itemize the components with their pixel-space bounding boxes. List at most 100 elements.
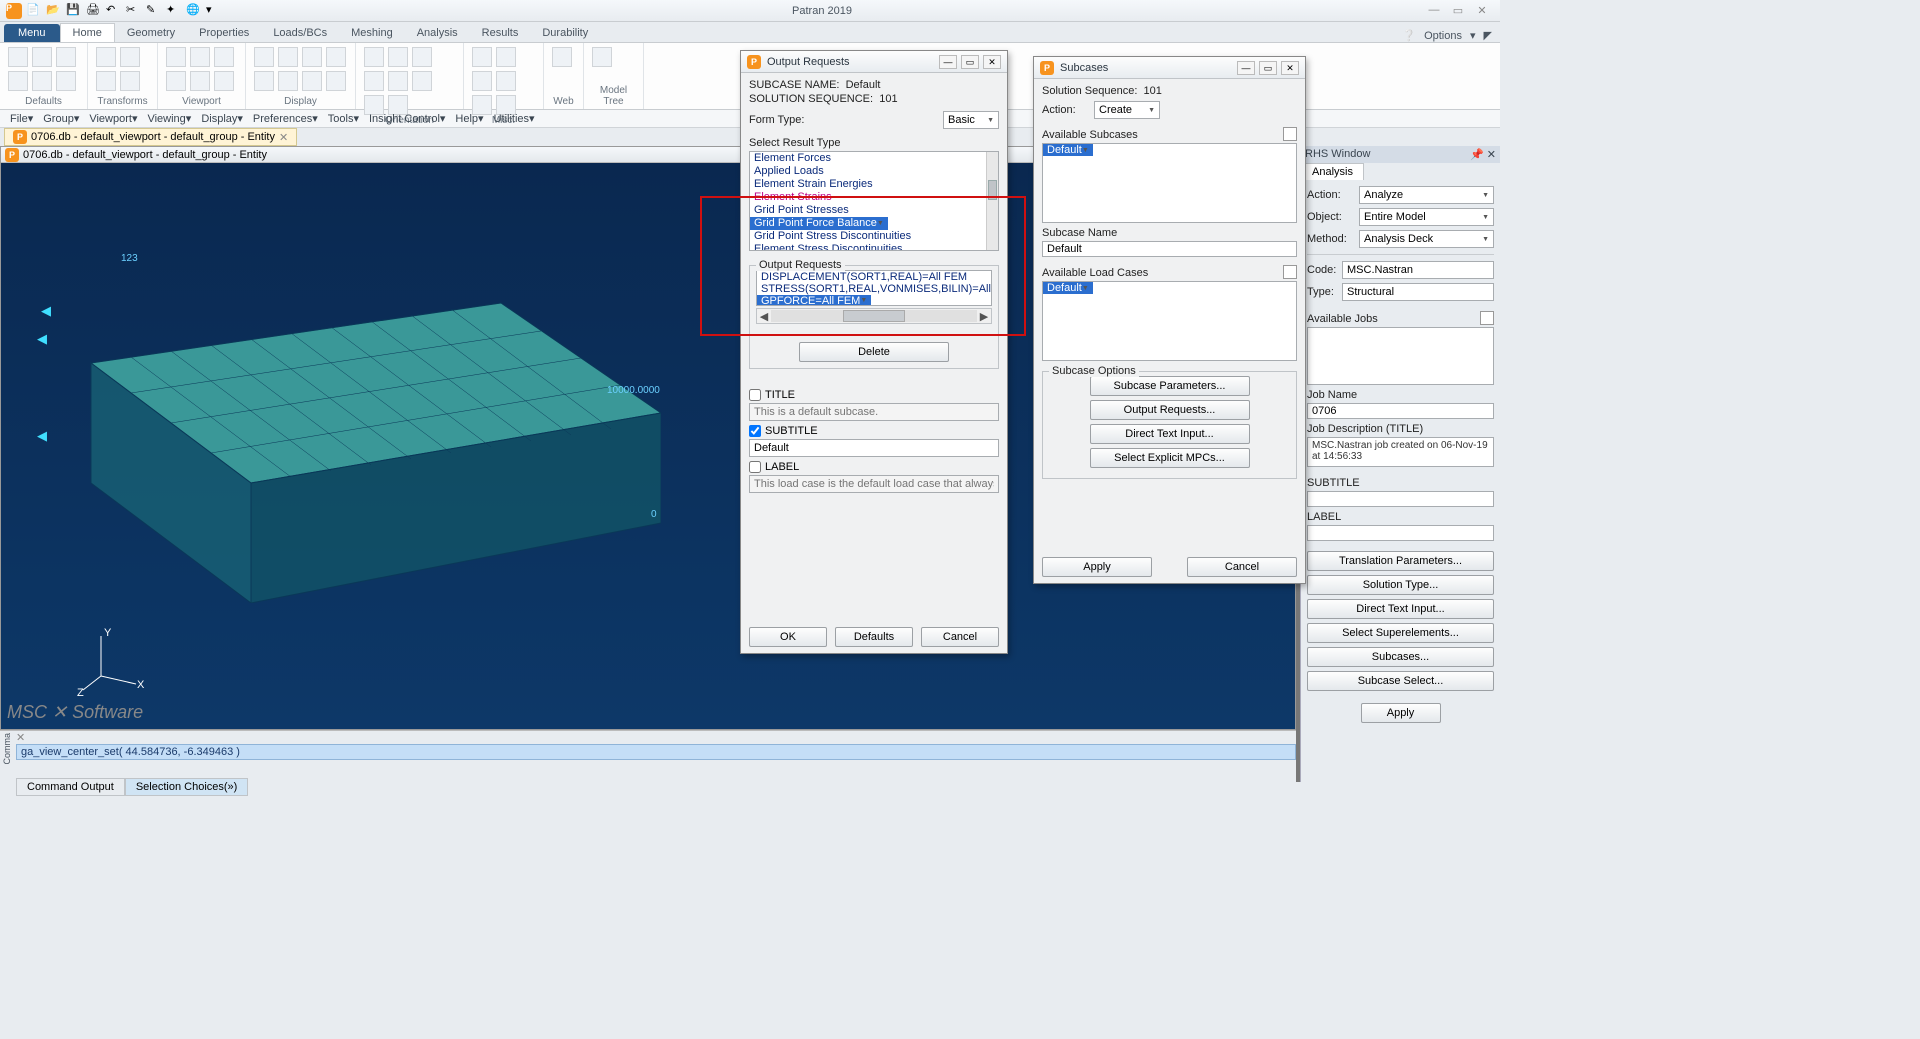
result-type-item[interactable]: Grid Point Force Balance [750,217,888,230]
qa-wand-icon[interactable]: ✦ [166,3,182,19]
cancel-button[interactable]: Cancel [1187,557,1297,577]
subcase-item[interactable]: Default [1043,144,1093,156]
select-superelements-button[interactable]: Select Superelements... [1307,623,1494,643]
result-type-item[interactable]: Grid Point Stresses [750,204,998,217]
menu-button[interactable]: Menu [4,24,60,42]
qa-undo-icon[interactable]: ↶ [106,3,122,19]
ribbon-icon[interactable] [190,71,210,91]
available-jobs-list[interactable] [1307,327,1494,385]
options-menu[interactable]: Options [1424,30,1462,42]
loadcase-item[interactable]: Default [1043,282,1093,294]
ribbon-icon[interactable] [302,47,322,67]
tab-geometry[interactable]: Geometry [115,24,187,42]
dlg-min-icon[interactable]: — [939,55,957,69]
qa-print-icon[interactable]: 🖨 [86,3,102,19]
ribbon-icon[interactable] [120,47,140,67]
subtitle-checkbox[interactable] [749,425,761,437]
result-type-list[interactable]: Element Forces Applied Loads Element Str… [749,151,999,251]
result-type-item[interactable]: Grid Point Stress Discontinuities [750,230,998,243]
ribbon-icon[interactable] [496,47,516,67]
ribbon-icon[interactable] [32,71,52,91]
select-explicit-mpcs-button[interactable]: Select Explicit MPCs... [1090,448,1250,468]
menu-insight[interactable]: Insight Control▾ [365,112,449,125]
jobs-list-icon[interactable] [1480,311,1494,325]
qa-new-icon[interactable]: 📄 [26,3,42,19]
ribbon-icon[interactable] [214,71,234,91]
defaults-button[interactable]: Defaults [835,627,913,647]
direct-text-input-button[interactable]: Direct Text Input... [1090,424,1250,444]
qa-save-icon[interactable]: 💾 [66,3,82,19]
ribbon-icon[interactable] [96,71,116,91]
label-checkbox[interactable] [749,461,761,473]
ribbon-icon[interactable] [56,71,76,91]
dlg-min-icon[interactable]: — [1237,61,1255,75]
output-requests-list[interactable]: DISPLACEMENT(SORT1,REAL)=All FEM STRESS(… [756,270,992,306]
job-desc-input[interactable]: MSC.Nastran job created on 06-Nov-19 at … [1307,437,1494,467]
ribbon-icon[interactable] [412,71,432,91]
ribbon-icon[interactable] [302,71,322,91]
available-subcases-list[interactable]: Default [1042,143,1297,223]
menu-tools[interactable]: Tools▾ [324,112,363,125]
ribbon-icon[interactable] [120,71,140,91]
output-request-item[interactable]: GPFORCE=All FEM [757,295,871,306]
ribbon-icon[interactable] [388,47,408,67]
command-input[interactable]: ga_view_center_set( 44.584736, -6.349463… [16,744,1296,760]
translation-params-button[interactable]: Translation Parameters... [1307,551,1494,571]
options-dropdown-icon[interactable]: ▾ [1470,29,1476,42]
direct-text-input-button[interactable]: Direct Text Input... [1307,599,1494,619]
label-input[interactable] [1307,525,1494,541]
menu-group[interactable]: Group▾ [39,112,83,125]
scrollbar[interactable] [986,152,998,250]
result-type-item[interactable]: Applied Loads [750,165,998,178]
ribbon-icon[interactable] [412,47,432,67]
ribbon-icon[interactable] [496,71,516,91]
document-tab[interactable]: P 0706.db - default_viewport - default_g… [4,128,297,146]
menu-help[interactable]: Help▾ [451,112,487,125]
dlg-close-icon[interactable]: ✕ [1281,61,1299,75]
ok-button[interactable]: OK [749,627,827,647]
job-name-input[interactable] [1307,403,1494,419]
ribbon-icon[interactable] [96,47,116,67]
ribbon-icon[interactable] [56,47,76,67]
tab-analysis[interactable]: Analysis [405,24,470,42]
rhs-tab-analysis[interactable]: Analysis [1301,163,1364,180]
ribbon-icon[interactable] [364,47,384,67]
solution-type-button[interactable]: Solution Type... [1307,575,1494,595]
method-select[interactable]: Analysis Deck [1359,230,1494,248]
available-loadcases-list[interactable]: Default [1042,281,1297,361]
subtitle-input[interactable] [1307,491,1494,507]
qa-dropdown-icon[interactable]: ▾ [206,3,222,19]
form-type-select[interactable]: Basic [943,111,999,129]
tab-home[interactable]: Home [60,23,115,42]
ribbon-icon[interactable] [8,47,28,67]
scroll-left-icon[interactable]: ◀ [757,310,771,323]
ribbon-icon[interactable] [278,47,298,67]
close-tab-icon[interactable]: ✕ [279,131,288,144]
output-request-item[interactable]: STRESS(SORT1,REAL,VONMISES,BILIN)=All FE… [757,283,991,295]
ribbon-icon[interactable] [472,47,492,67]
result-type-item[interactable]: Element Strains [750,191,998,204]
close-button[interactable]: ✕ [1474,4,1490,17]
result-type-item[interactable]: Element Stress Discontinuities [750,243,998,251]
rhs-pin-icon[interactable]: 📌 [1470,149,1484,161]
ribbon-icon[interactable] [552,47,572,67]
menu-preferences[interactable]: Preferences▾ [249,112,322,125]
dlg-max-icon[interactable]: ▭ [1259,61,1277,75]
ribbon-icon[interactable] [364,71,384,91]
loadcases-list-icon[interactable] [1283,265,1297,279]
ribbon-icon[interactable] [326,71,346,91]
qa-open-icon[interactable]: 📂 [46,3,62,19]
rhs-close-icon[interactable]: ✕ [1487,149,1496,161]
menu-utilities[interactable]: Utilities▾ [490,112,539,125]
menu-display[interactable]: Display▾ [197,112,247,125]
ribbon-icon[interactable] [472,71,492,91]
dlg-max-icon[interactable]: ▭ [961,55,979,69]
output-request-item[interactable]: DISPLACEMENT(SORT1,REAL)=All FEM [757,271,991,283]
subcases-list-icon[interactable] [1283,127,1297,141]
delete-button[interactable]: Delete [799,342,949,362]
subcase-parameters-button[interactable]: Subcase Parameters... [1090,376,1250,396]
subcases-button[interactable]: Subcases... [1307,647,1494,667]
qa-cut-icon[interactable]: ✂ [126,3,142,19]
ribbon-icon[interactable] [278,71,298,91]
tab-properties[interactable]: Properties [187,24,261,42]
